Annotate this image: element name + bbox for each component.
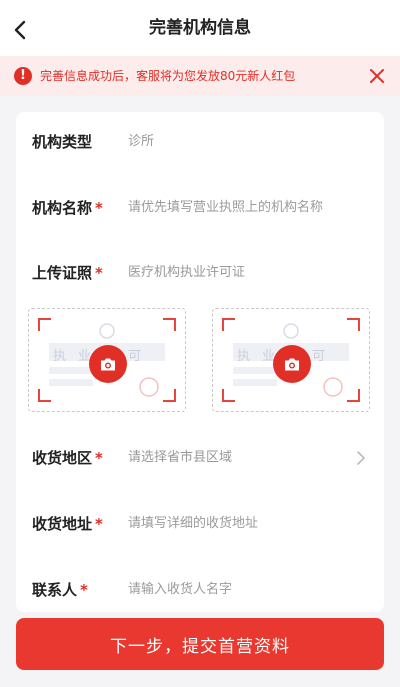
form-card: 机构类型 诊所 机构名称* 上传证照* 医疗机构执业许可证 执业许可 bbox=[16, 112, 384, 612]
org-name-label-text: 机构名称 bbox=[32, 199, 93, 217]
close-icon bbox=[370, 69, 384, 83]
license-hint: 医疗机构执业许可证 bbox=[128, 265, 246, 280]
required-mark: * bbox=[95, 199, 103, 217]
license-row: 上传证照 * 医疗机构执业许可证 bbox=[16, 245, 384, 301]
camera-icon bbox=[285, 358, 299, 370]
address-row: 收货地址 * bbox=[16, 496, 384, 552]
license-label-text: 上传证照 bbox=[32, 264, 93, 282]
contact-label: 联系人 * bbox=[32, 562, 88, 612]
alert-icon: ! bbox=[14, 67, 32, 85]
org-type-value: 诊所 bbox=[128, 134, 155, 149]
notice-close-button[interactable] bbox=[366, 65, 388, 87]
camera-icon bbox=[101, 358, 115, 370]
back-arrow-icon bbox=[14, 20, 26, 40]
page-title: 完善机构信息 bbox=[149, 18, 251, 38]
required-mark: * bbox=[80, 581, 88, 599]
notice-banner: ! 完善信息成功后，客服将为您发放80元新人红包 bbox=[0, 56, 400, 96]
required-mark: * bbox=[95, 449, 103, 467]
region-select[interactable]: 请选择省市县区域 bbox=[128, 430, 358, 486]
region-row[interactable]: 收货地区 * 请选择省市县区域 bbox=[16, 430, 384, 486]
region-label: 收货地区 * bbox=[32, 430, 103, 486]
contact-input[interactable] bbox=[128, 562, 358, 612]
org-name-input[interactable] bbox=[128, 180, 358, 236]
camera-button[interactable] bbox=[273, 345, 311, 383]
upload-license-back[interactable]: 执业许可 bbox=[212, 308, 370, 412]
camera-button[interactable] bbox=[89, 345, 127, 383]
org-type-row[interactable]: 机构类型 诊所 bbox=[16, 114, 384, 170]
org-name-label: 机构名称 * bbox=[32, 180, 103, 236]
contact-row: 联系人 * bbox=[16, 562, 384, 612]
upload-license-front[interactable]: 执业许可 bbox=[28, 308, 186, 412]
license-label: 上传证照 * bbox=[32, 245, 103, 301]
address-label-text: 收货地址 bbox=[32, 515, 93, 533]
org-type-label: 机构类型 bbox=[32, 133, 93, 151]
required-mark: * bbox=[95, 515, 103, 533]
back-button[interactable] bbox=[6, 16, 34, 44]
address-label: 收货地址 * bbox=[32, 496, 103, 552]
chevron-right-icon bbox=[357, 451, 365, 465]
submit-button[interactable]: 下一步，提交首营资料 bbox=[16, 618, 384, 670]
contact-label-text: 联系人 bbox=[32, 581, 78, 599]
address-input[interactable] bbox=[128, 496, 358, 552]
required-mark: * bbox=[95, 264, 103, 282]
top-bar: 完善机构信息 bbox=[0, 0, 400, 56]
region-label-text: 收货地区 bbox=[32, 449, 93, 467]
org-name-row: 机构名称 * bbox=[16, 180, 384, 236]
notice-text: 完善信息成功后，客服将为您发放80元新人红包 bbox=[40, 69, 296, 83]
